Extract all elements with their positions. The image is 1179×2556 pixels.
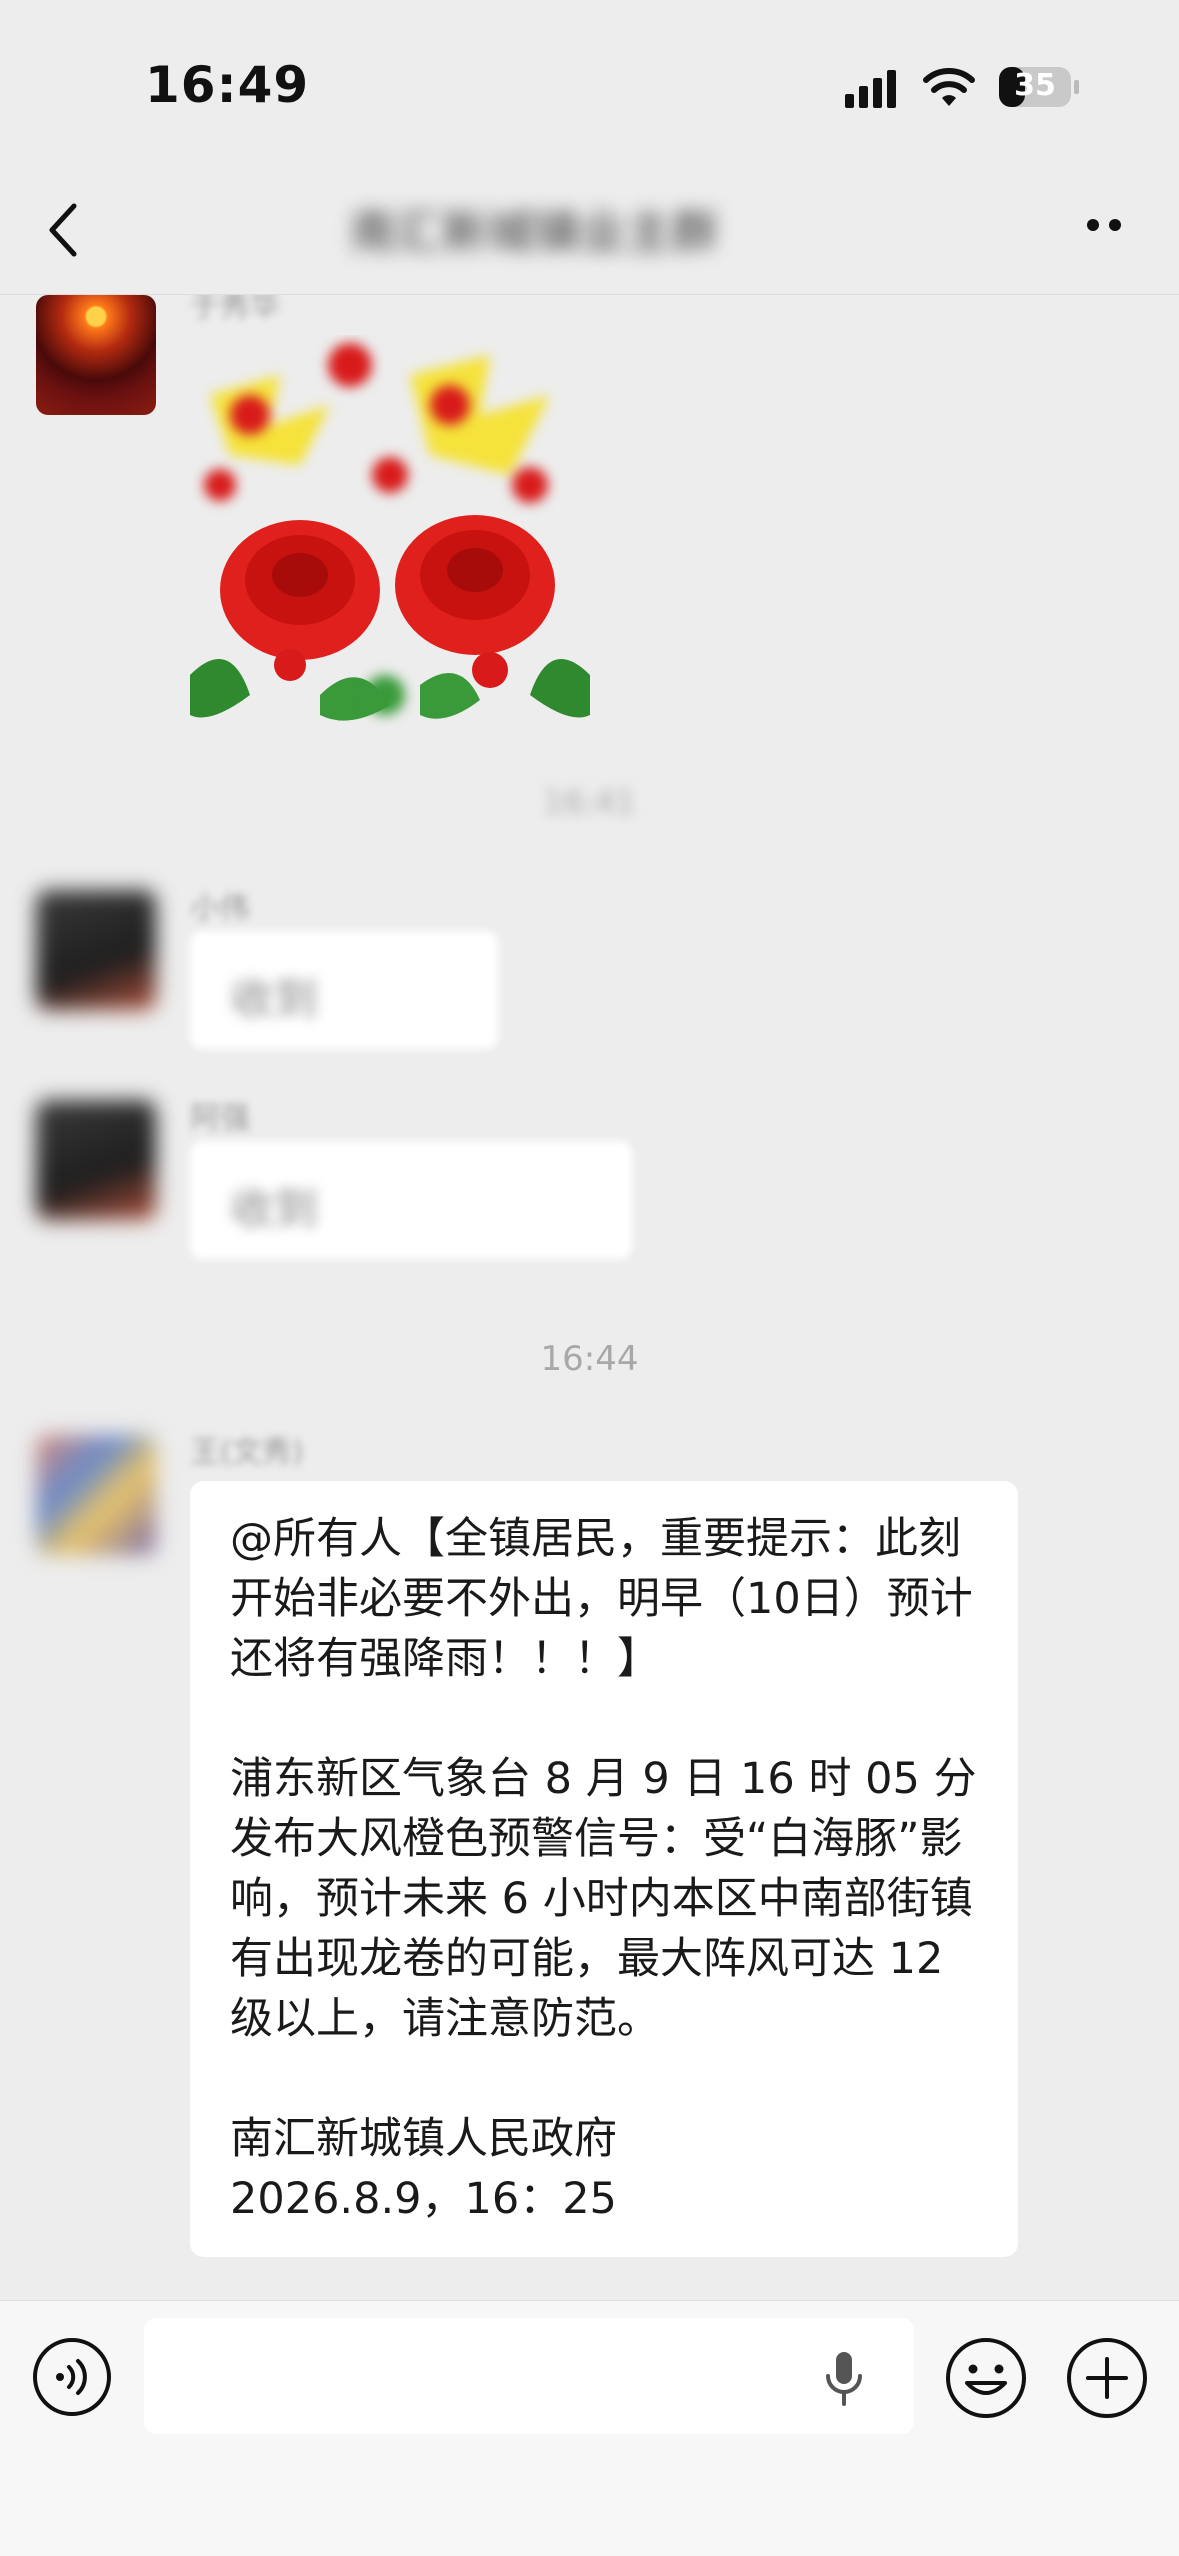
- avatar[interactable]: [36, 1100, 156, 1220]
- message-input[interactable]: [144, 2318, 914, 2434]
- battery-level: 35: [1014, 68, 1056, 103]
- message-text: 收到: [230, 974, 318, 1025]
- sender-name: 阿强: [190, 1101, 250, 1136]
- chat-title: 南汇新城镇业主群: [350, 205, 718, 259]
- sender-name: 小伟: [190, 891, 250, 926]
- battery-icon: 35: [998, 66, 1080, 108]
- message-list[interactable]: 于秀华 16:41 小伟 收到 阿强 收到 16:44 王(文秀) @所有人【全…: [0, 295, 1179, 2300]
- chat-header: 南汇新城镇业主群: [0, 160, 1179, 295]
- announcement-bubble[interactable]: @所有人【全镇居民，重要提示：此刻开始非必要不外出，明早（10日）预计还将有强降…: [190, 1481, 1018, 2257]
- message-text: 收到: [230, 1184, 318, 1235]
- time-separator: 16:44: [540, 1339, 639, 1379]
- input-bar: [0, 2300, 1179, 2556]
- emoji-icon[interactable]: [945, 2337, 1027, 2419]
- avatar[interactable]: [36, 295, 156, 415]
- microphone-icon[interactable]: [824, 2348, 864, 2408]
- announcement-date: 2026.8.9，16：25: [230, 2174, 617, 2224]
- announcement-para2: 浦东新区气象台 8 月 9 日 16 时 05 分发布大风橙色预警信号：受“白海…: [230, 1754, 977, 2044]
- sender-name: 王(文秀): [190, 1435, 304, 1470]
- announcement-para1: @所有人【全镇居民，重要提示：此刻开始非必要不外出，明早（10日）预计还将有强降…: [230, 1514, 973, 1684]
- plus-icon[interactable]: [1066, 2337, 1148, 2419]
- message-bubble[interactable]: 收到: [190, 931, 498, 1049]
- announcement-signature: 南汇新城镇人民政府: [230, 2114, 617, 2164]
- avatar[interactable]: [36, 890, 156, 1010]
- wifi-icon: [923, 68, 975, 106]
- message-bubble[interactable]: 收到: [190, 1141, 632, 1259]
- signal-icon: [845, 70, 896, 108]
- back-icon[interactable]: [40, 200, 90, 260]
- voice-icon[interactable]: [32, 2337, 112, 2417]
- more-icon[interactable]: [1085, 215, 1125, 235]
- time-separator: 16:41: [543, 783, 636, 821]
- rose-sticker[interactable]: [190, 335, 590, 735]
- status-bar: 16:49 35: [0, 0, 1179, 160]
- sender-name: 于秀华: [190, 295, 280, 324]
- status-time: 16:49: [145, 56, 310, 114]
- avatar[interactable]: [36, 1435, 156, 1555]
- chat-screen: 16:49 35 南汇新城镇业主群 于秀华 16:41 小伟 收到 阿强 收到 …: [0, 0, 1179, 2556]
